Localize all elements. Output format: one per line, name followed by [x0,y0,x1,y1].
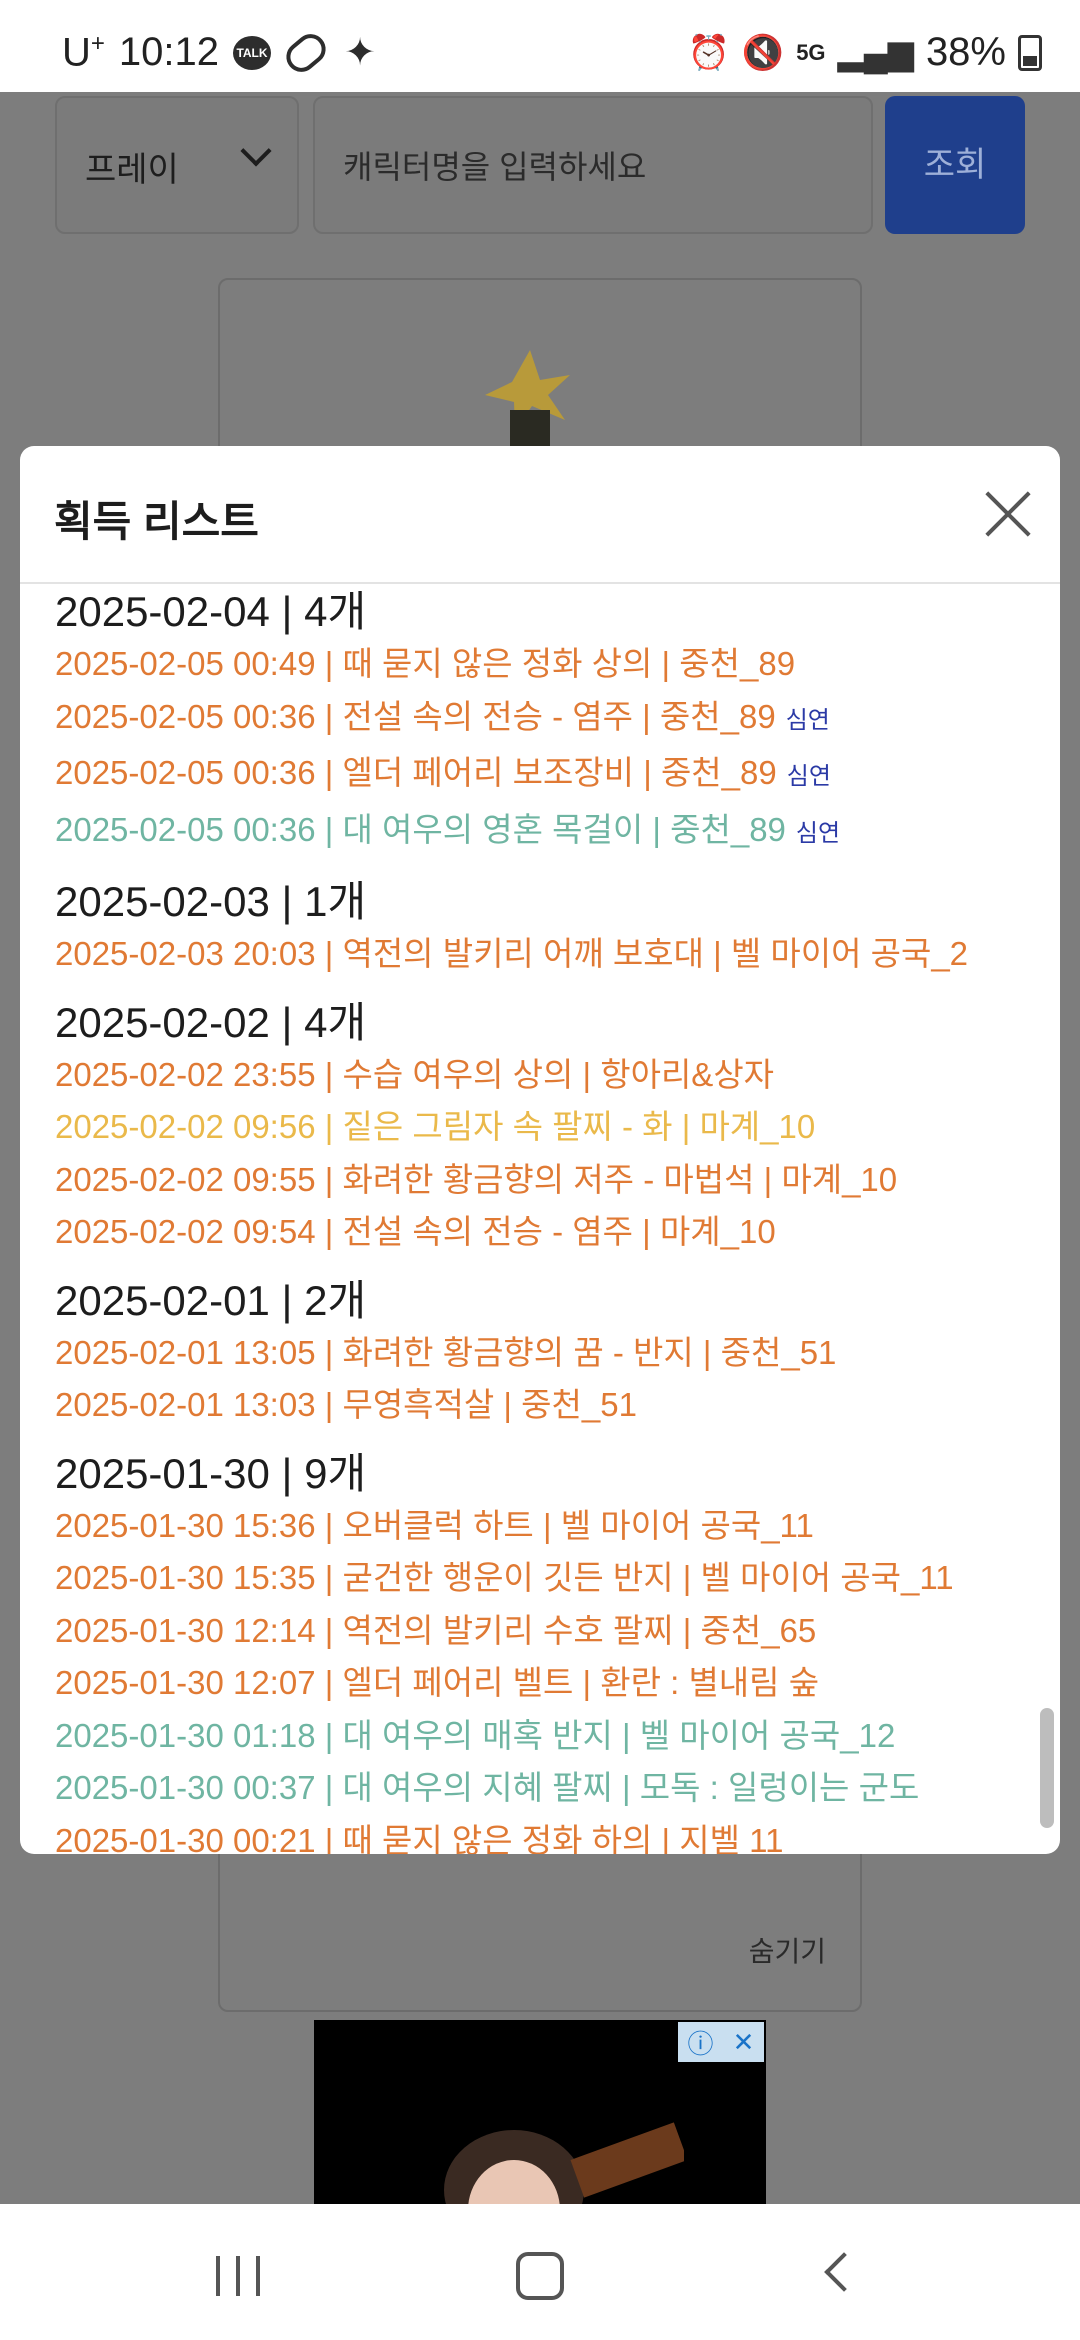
scrollbar[interactable] [1040,1708,1054,1828]
list-item-text: 2025-02-05 00:49 | 때 묻지 않은 정화 상의 | 중천_89 [55,645,796,682]
list-item: 2025-02-02 09:56 | 짙은 그림자 속 팔찌 - 화 | 마계_… [55,1101,1060,1154]
status-right: ⏰ 🔇 5G ▂▄▆ 38% [687,30,1042,75]
collapse-label[interactable]: 숨기기 [749,1930,826,1970]
list-item: 2025-02-05 00:36 | 전설 속의 전승 - 염주 | 중천_89… [55,691,1060,748]
list-item-text: 2025-01-30 15:35 | 굳건한 행운이 깃든 반지 | 벨 마이어… [55,1559,954,1596]
list-item-text: 2025-01-30 00:21 | 때 묻지 않은 정화 하의 | 지벨 11 [55,1821,784,1855]
modal-body[interactable]: 2025-02-04 | 4개 2025-02-05 00:49 | 때 묻지 않… [20,584,1060,1854]
clock: 10:12 [118,30,220,75]
dungeon-tag: 심연 [785,706,830,734]
list-item-text: 2025-02-02 09:56 | 짙은 그림자 속 팔찌 - 화 | 마계_… [55,1108,816,1145]
list-item-text: 2025-02-05 00:36 | 엘더 페어리 보조장비 | 중천_89 [55,754,777,791]
dungeon-tag: 심연 [795,819,841,847]
network-type: 5G [796,39,826,65]
list-item: 2025-01-30 15:36 | 오버클럭 하트 | 벨 마이어 공국_11 [55,1500,1060,1553]
list-item: 2025-02-02 09:54 | 전설 속의 전승 - 염주 | 마계_10 [55,1206,1060,1259]
list-item: 2025-02-02 09:55 | 화려한 황금향의 저주 - 마법석 | 마… [55,1154,1060,1207]
close-icon[interactable] [980,486,1036,542]
carrier-text: U [62,30,91,75]
list-item: 2025-01-30 12:14 | 역전의 발키리 수호 팔찌 | 중천_65 [55,1605,1060,1658]
navigation-bar [0,2204,1080,2340]
list-item-text: 2025-02-05 00:36 | 전설 속의 전승 - 염주 | 중천_89 [55,697,776,735]
modal-title: 획득 리스트 [54,498,259,545]
server-select[interactable]: 프레이 [55,96,299,234]
list-item-text: 2025-02-01 13:05 | 화려한 황금향의 꿈 - 반지 | 중천_… [55,1333,837,1371]
search-row: 프레이 캐릭터명을 입력하세요 조회 [55,96,1025,236]
carrier-sup: + [90,30,105,57]
list-item-text: 2025-02-02 09:55 | 화려한 황금향의 저주 - 마법석 | 마… [55,1160,898,1198]
list-item-text: 2025-01-30 15:36 | 오버클럭 하트 | 벨 마이어 공국_11 [55,1506,814,1544]
status-left: U+ 10:12 TALK ✦ [62,27,379,78]
talk-notification-icon: TALK [233,35,272,70]
list-item-text: 2025-02-01 13:03 | 무영흑적살 | 중천_51 [55,1386,637,1423]
list-item: 2025-01-30 00:37 | 대 여우의 지혜 팔찌 | 모독 : 일렁… [55,1762,1060,1815]
carrier-label: U+ [62,30,105,75]
search-button[interactable]: 조회 [885,96,1025,234]
chevron-down-icon [240,135,272,167]
list-item-text: 2025-02-02 23:55 | 수습 여우의 상의 | 항아리&상자 [55,1055,775,1093]
list-item: 2025-02-03 20:03 | 역전의 발키리 어깨 보호대 | 벨 마이… [55,928,1060,981]
list-item: 2025-01-30 15:35 | 굳건한 행운이 깃든 반지 | 벨 마이어… [55,1552,1060,1605]
date-group-header: 2025-02-02 | 4개 [55,998,367,1046]
server-select-value: 프레이 [85,151,179,189]
list-item-text: 2025-01-30 12:14 | 역전의 발키리 수호 팔찌 | 중천_65 [55,1611,817,1649]
status-bar: U+ 10:12 TALK ✦ ⏰ 🔇 5G ▂▄▆ 38% [0,0,1080,92]
list-item: 2025-02-01 13:05 | 화려한 황금향의 꿈 - 반지 | 중천_… [55,1327,1060,1380]
modal-header: 획득 리스트 [20,446,1060,584]
list-item-text: 2025-01-30 12:07 | 엘더 페어리 벨트 | 환란 : 별내림 … [55,1664,820,1701]
alarm-icon: ⏰ [687,33,730,72]
list-item-text: 2025-02-03 20:03 | 역전의 발키리 어깨 보호대 | 벨 마이… [55,935,969,972]
list-item: 2025-01-30 12:07 | 엘더 페어리 벨트 | 환란 : 별내림 … [55,1657,1060,1710]
sparkle-notification-icon: ✦ [344,31,376,74]
dungeon-tag: 심연 [786,763,831,790]
ad-close-icon[interactable]: ✕ [733,2027,755,2058]
ad-badge[interactable]: ⓘ ✕ [678,2022,764,2062]
acquisition-list: 2025-02-04 | 4개 2025-02-05 00:49 | 때 묻지 않… [20,584,1060,1854]
character-name-input[interactable]: 캐릭터명을 입력하세요 [313,96,873,234]
battery-icon [1018,34,1042,71]
pill-notification-icon [280,27,332,78]
recents-icon[interactable] [216,2256,260,2296]
date-group-header: 2025-02-01 | 2개 [55,1276,367,1324]
ad-info-icon[interactable]: ⓘ [688,2024,714,2061]
list-item: 2025-02-01 13:03 | 무영흑적살 | 중천_51 [55,1379,1060,1432]
character-sprite-image [485,350,570,450]
back-icon[interactable] [824,2252,864,2292]
list-item-text: 2025-02-05 00:36 | 대 여우의 영혼 목걸이 | 중천_89 [55,810,786,848]
list-item: 2025-02-05 00:36 | 엘더 페어리 보조장비 | 중천_89 심연 [55,747,1060,804]
date-group-header: 2025-02-03 | 1개 [55,878,367,925]
list-item: 2025-01-30 00:21 | 때 묻지 않은 정화 하의 | 지벨 11 [55,1815,1060,1855]
list-item-text: 2025-02-02 09:54 | 전설 속의 전승 - 염주 | 마계_10 [55,1213,776,1250]
battery-percent: 38% [925,30,1006,74]
date-group-header: 2025-01-30 | 9개 [55,1449,367,1497]
list-item: 2025-02-05 00:49 | 때 묻지 않은 정화 상의 | 중천_89 [55,638,1060,691]
mute-icon: 🔇 [741,33,785,72]
list-item: 2025-02-02 23:55 | 수습 여우의 상의 | 항아리&상자 [55,1049,1060,1102]
list-item: 2025-01-30 01:18 | 대 여우의 매혹 반지 | 벨 마이어 공… [55,1710,1060,1763]
home-icon[interactable] [516,2252,564,2300]
list-item-text: 2025-01-30 01:18 | 대 여우의 매혹 반지 | 벨 마이어 공… [55,1716,896,1754]
acquisition-list-modal: 획득 리스트 2025-02-04 | 4개 2025-02-05 00:49 |… [20,446,1060,1854]
signal-icon: ▂▄▆ [837,33,914,72]
list-item-text: 2025-01-30 00:37 | 대 여우의 지혜 팔찌 | 모독 : 일렁… [55,1769,920,1806]
date-group-header: 2025-02-04 | 4개 [55,588,367,635]
list-item: 2025-02-05 00:36 | 대 여우의 영혼 목걸이 | 중천_89 심… [55,804,1060,861]
